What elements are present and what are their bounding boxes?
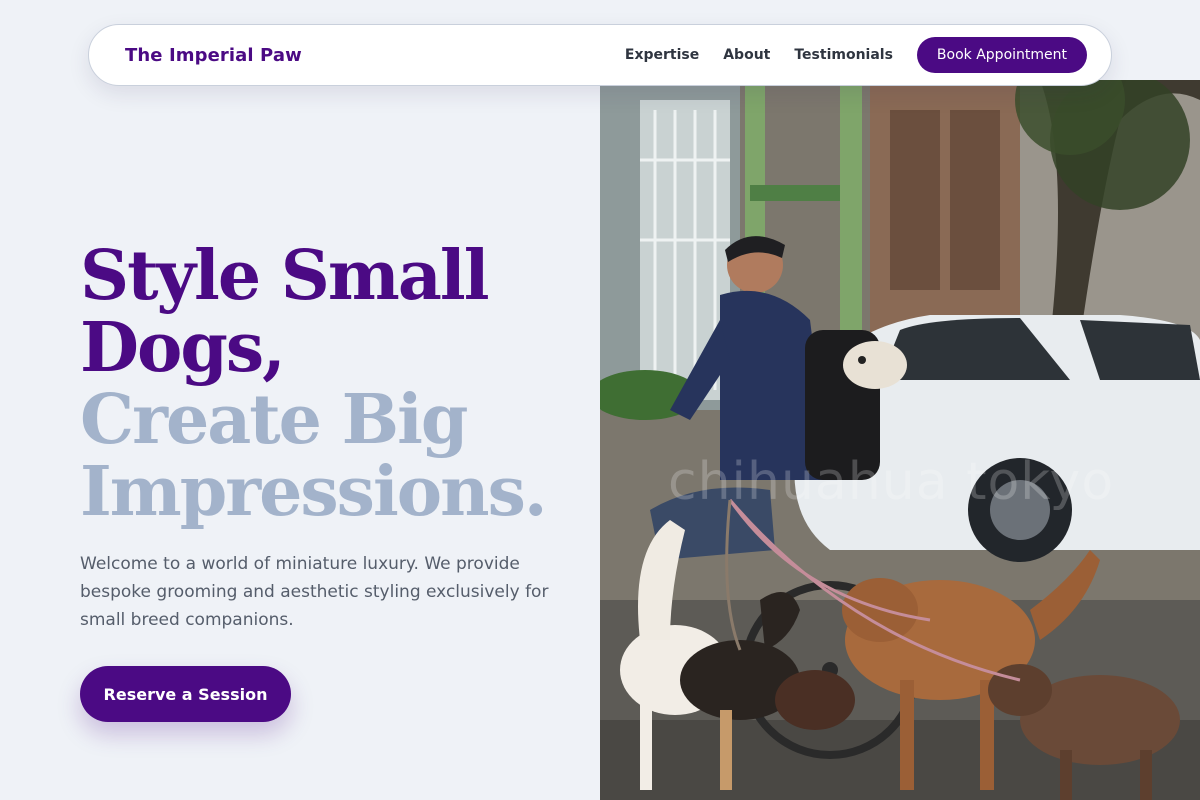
brand-logo[interactable]: The Imperial Paw <box>125 45 302 66</box>
image-watermark: chihuahua tokyo <box>668 452 1115 512</box>
headline-line-3: Create Big <box>80 380 468 460</box>
headline-line-2: Dogs, <box>80 308 286 388</box>
headline-line-1: Style Small <box>80 236 490 316</box>
nav-link-testimonials[interactable]: Testimonials <box>794 47 893 63</box>
hero-image: chihuahua tokyo <box>600 80 1200 800</box>
headline-line-4: Impressions. <box>80 452 548 532</box>
nav-link-about[interactable]: About <box>723 47 770 63</box>
hero-headline: Style Small Dogs, Create Big Impressions… <box>80 236 548 532</box>
nav-link-expertise[interactable]: Expertise <box>625 47 699 63</box>
nav-links: Expertise About Testimonials Book Appoin… <box>625 37 1087 73</box>
book-appointment-button[interactable]: Book Appointment <box>916 37 1087 73</box>
top-nav: The Imperial Paw Expertise About Testimo… <box>88 24 1112 86</box>
hero-intro-text: Welcome to a world of miniature luxury. … <box>80 554 549 630</box>
reserve-session-button[interactable]: Reserve a Session <box>80 666 291 722</box>
